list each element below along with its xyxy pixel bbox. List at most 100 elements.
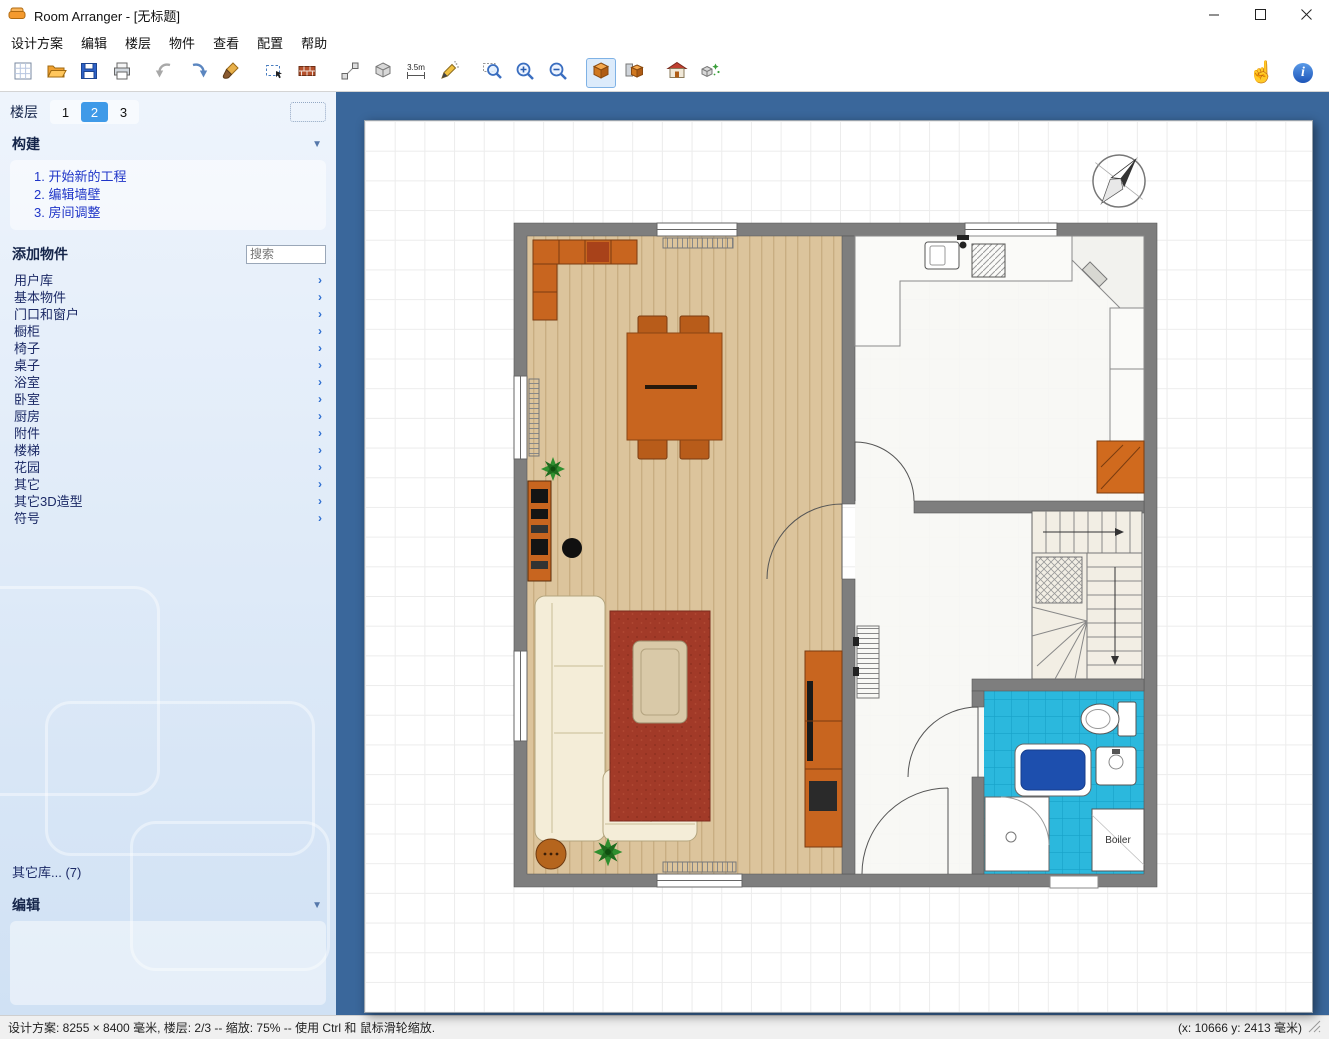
redo-arrow-icon [187, 60, 209, 85]
maximize-icon [1255, 8, 1266, 23]
floor-tab-2[interactable]: 2 [81, 102, 108, 122]
rug[interactable] [610, 611, 710, 821]
drawing-canvas[interactable]: Boiler [336, 92, 1329, 1015]
resize-grip[interactable] [1308, 1020, 1321, 1036]
new-button[interactable] [8, 58, 38, 88]
category-basic-objects[interactable]: 基本物件› [0, 288, 336, 305]
category-garden[interactable]: 花园› [0, 458, 336, 475]
chevron-right-icon: › [318, 494, 322, 508]
floor-plan[interactable]: Boiler [365, 121, 1314, 1014]
bathtub[interactable] [1015, 744, 1091, 796]
menu-item-edit[interactable]: 编辑 [72, 30, 116, 55]
menu-item-object[interactable]: 物件 [160, 30, 204, 55]
chevron-right-icon: › [318, 460, 322, 474]
plan-sheet[interactable]: Boiler [364, 120, 1313, 1013]
floors-label: 楼层 [10, 102, 38, 122]
category-doors-windows[interactable]: 门口和窗户› [0, 305, 336, 322]
zoom-window-button[interactable] [477, 58, 507, 88]
floor-tab-3[interactable]: 3 [110, 102, 137, 122]
object-tool-button[interactable] [368, 58, 398, 88]
minimize-button[interactable] [1191, 0, 1237, 30]
category-bathroom[interactable]: 浴室› [0, 373, 336, 390]
info-button[interactable]: i [1288, 58, 1318, 88]
washbasin[interactable] [1096, 747, 1136, 785]
redo-button[interactable] [183, 58, 213, 88]
media-cabinet[interactable] [528, 481, 551, 581]
measure-icon: 3.5m [404, 60, 428, 85]
measure-tool-button[interactable]: 3.5m [401, 58, 431, 88]
category-stairs[interactable]: 楼梯› [0, 441, 336, 458]
collapse-arrow-icon[interactable]: ▼ [312, 900, 322, 911]
category-bedroom[interactable]: 卧室› [0, 390, 336, 407]
view-3d-house-button[interactable] [662, 58, 692, 88]
more-libraries-link[interactable]: 其它库... (7) [0, 860, 336, 889]
open-button[interactable] [41, 58, 71, 88]
boiler-label: Boiler [1105, 835, 1131, 846]
edit-panel [10, 921, 326, 1005]
menu-item-floor[interactable]: 楼层 [116, 30, 160, 55]
edit-title: 编辑 [12, 895, 40, 915]
category-kitchen[interactable]: 厨房› [0, 407, 336, 424]
category-cabinets[interactable]: 橱柜› [0, 322, 336, 339]
zoom-in-button[interactable] [510, 58, 540, 88]
dining-table-set[interactable] [627, 316, 722, 459]
build-step-adjust-rooms[interactable]: 3. 房间调整 [34, 204, 320, 222]
floor-tab-1[interactable]: 1 [52, 102, 79, 122]
undo-arrow-icon [154, 60, 176, 85]
select-area-button[interactable] [259, 58, 289, 88]
zoom-in-icon [514, 60, 536, 85]
chevron-right-icon: › [318, 358, 322, 372]
zoom-out-button[interactable] [543, 58, 573, 88]
build-step-edit-walls[interactable]: 2. 编辑墙壁 [34, 186, 320, 204]
zoom-rect-icon [481, 60, 503, 85]
collapse-arrow-icon[interactable]: ▼ [312, 139, 322, 150]
side-table[interactable] [536, 839, 566, 869]
view-3d-objects-button[interactable] [619, 58, 649, 88]
category-tables[interactable]: 桌子› [0, 356, 336, 373]
pan-hand-button[interactable]: ☝ [1247, 58, 1277, 88]
brick-wall-icon [296, 60, 318, 85]
category-symbols[interactable]: 符号› [0, 509, 336, 526]
info-icon: i [1293, 63, 1313, 83]
chevron-right-icon: › [318, 511, 322, 525]
view-3d-button[interactable] [586, 58, 616, 88]
stool[interactable] [562, 538, 582, 558]
walkthrough-button[interactable] [695, 58, 725, 88]
faucet-icon [957, 235, 969, 240]
maximize-button[interactable] [1237, 0, 1283, 30]
undo-button[interactable] [150, 58, 180, 88]
chevron-right-icon: › [318, 392, 322, 406]
category-chairs[interactable]: 椅子› [0, 339, 336, 356]
menu-item-config[interactable]: 配置 [248, 30, 292, 55]
menu-item-help[interactable]: 帮助 [292, 30, 336, 55]
dimension-tool-button[interactable] [335, 58, 365, 88]
staircase[interactable] [1032, 511, 1142, 679]
minimize-icon [1209, 8, 1220, 23]
menu-item-design[interactable]: 设计方案 [2, 30, 72, 55]
save-floppy-icon [78, 60, 100, 85]
draw-tool-button[interactable] [434, 58, 464, 88]
gray-cube-icon [372, 60, 394, 85]
category-misc-3d[interactable]: 其它3D造型› [0, 492, 336, 509]
window-title: Room Arranger - [无标题] [34, 6, 180, 25]
wall-tool-button[interactable] [292, 58, 322, 88]
category-user-library[interactable]: 用户库› [0, 271, 336, 288]
decorative-outline [0, 586, 160, 796]
menu-item-view[interactable]: 查看 [204, 30, 248, 55]
boiler[interactable]: Boiler [1092, 809, 1144, 871]
close-button[interactable] [1283, 0, 1329, 30]
shower[interactable] [985, 797, 1049, 871]
build-step-new-project[interactable]: 1. 开始新的工程 [34, 168, 320, 186]
format-painter-button[interactable] [216, 58, 246, 88]
build-section-header[interactable]: 构建 ▼ [0, 128, 336, 158]
save-button[interactable] [74, 58, 104, 88]
search-input[interactable] [246, 245, 326, 264]
category-misc[interactable]: 其它› [0, 475, 336, 492]
edit-section-header[interactable]: 编辑 ▼ [0, 889, 336, 919]
print-button[interactable] [107, 58, 137, 88]
floors-row: 楼层 1 2 3 [10, 100, 326, 124]
category-accessories[interactable]: 附件› [0, 424, 336, 441]
add-objects-title: 添加物件 [12, 244, 68, 264]
toilet[interactable] [1081, 702, 1136, 736]
tv-cabinet[interactable] [805, 651, 842, 847]
